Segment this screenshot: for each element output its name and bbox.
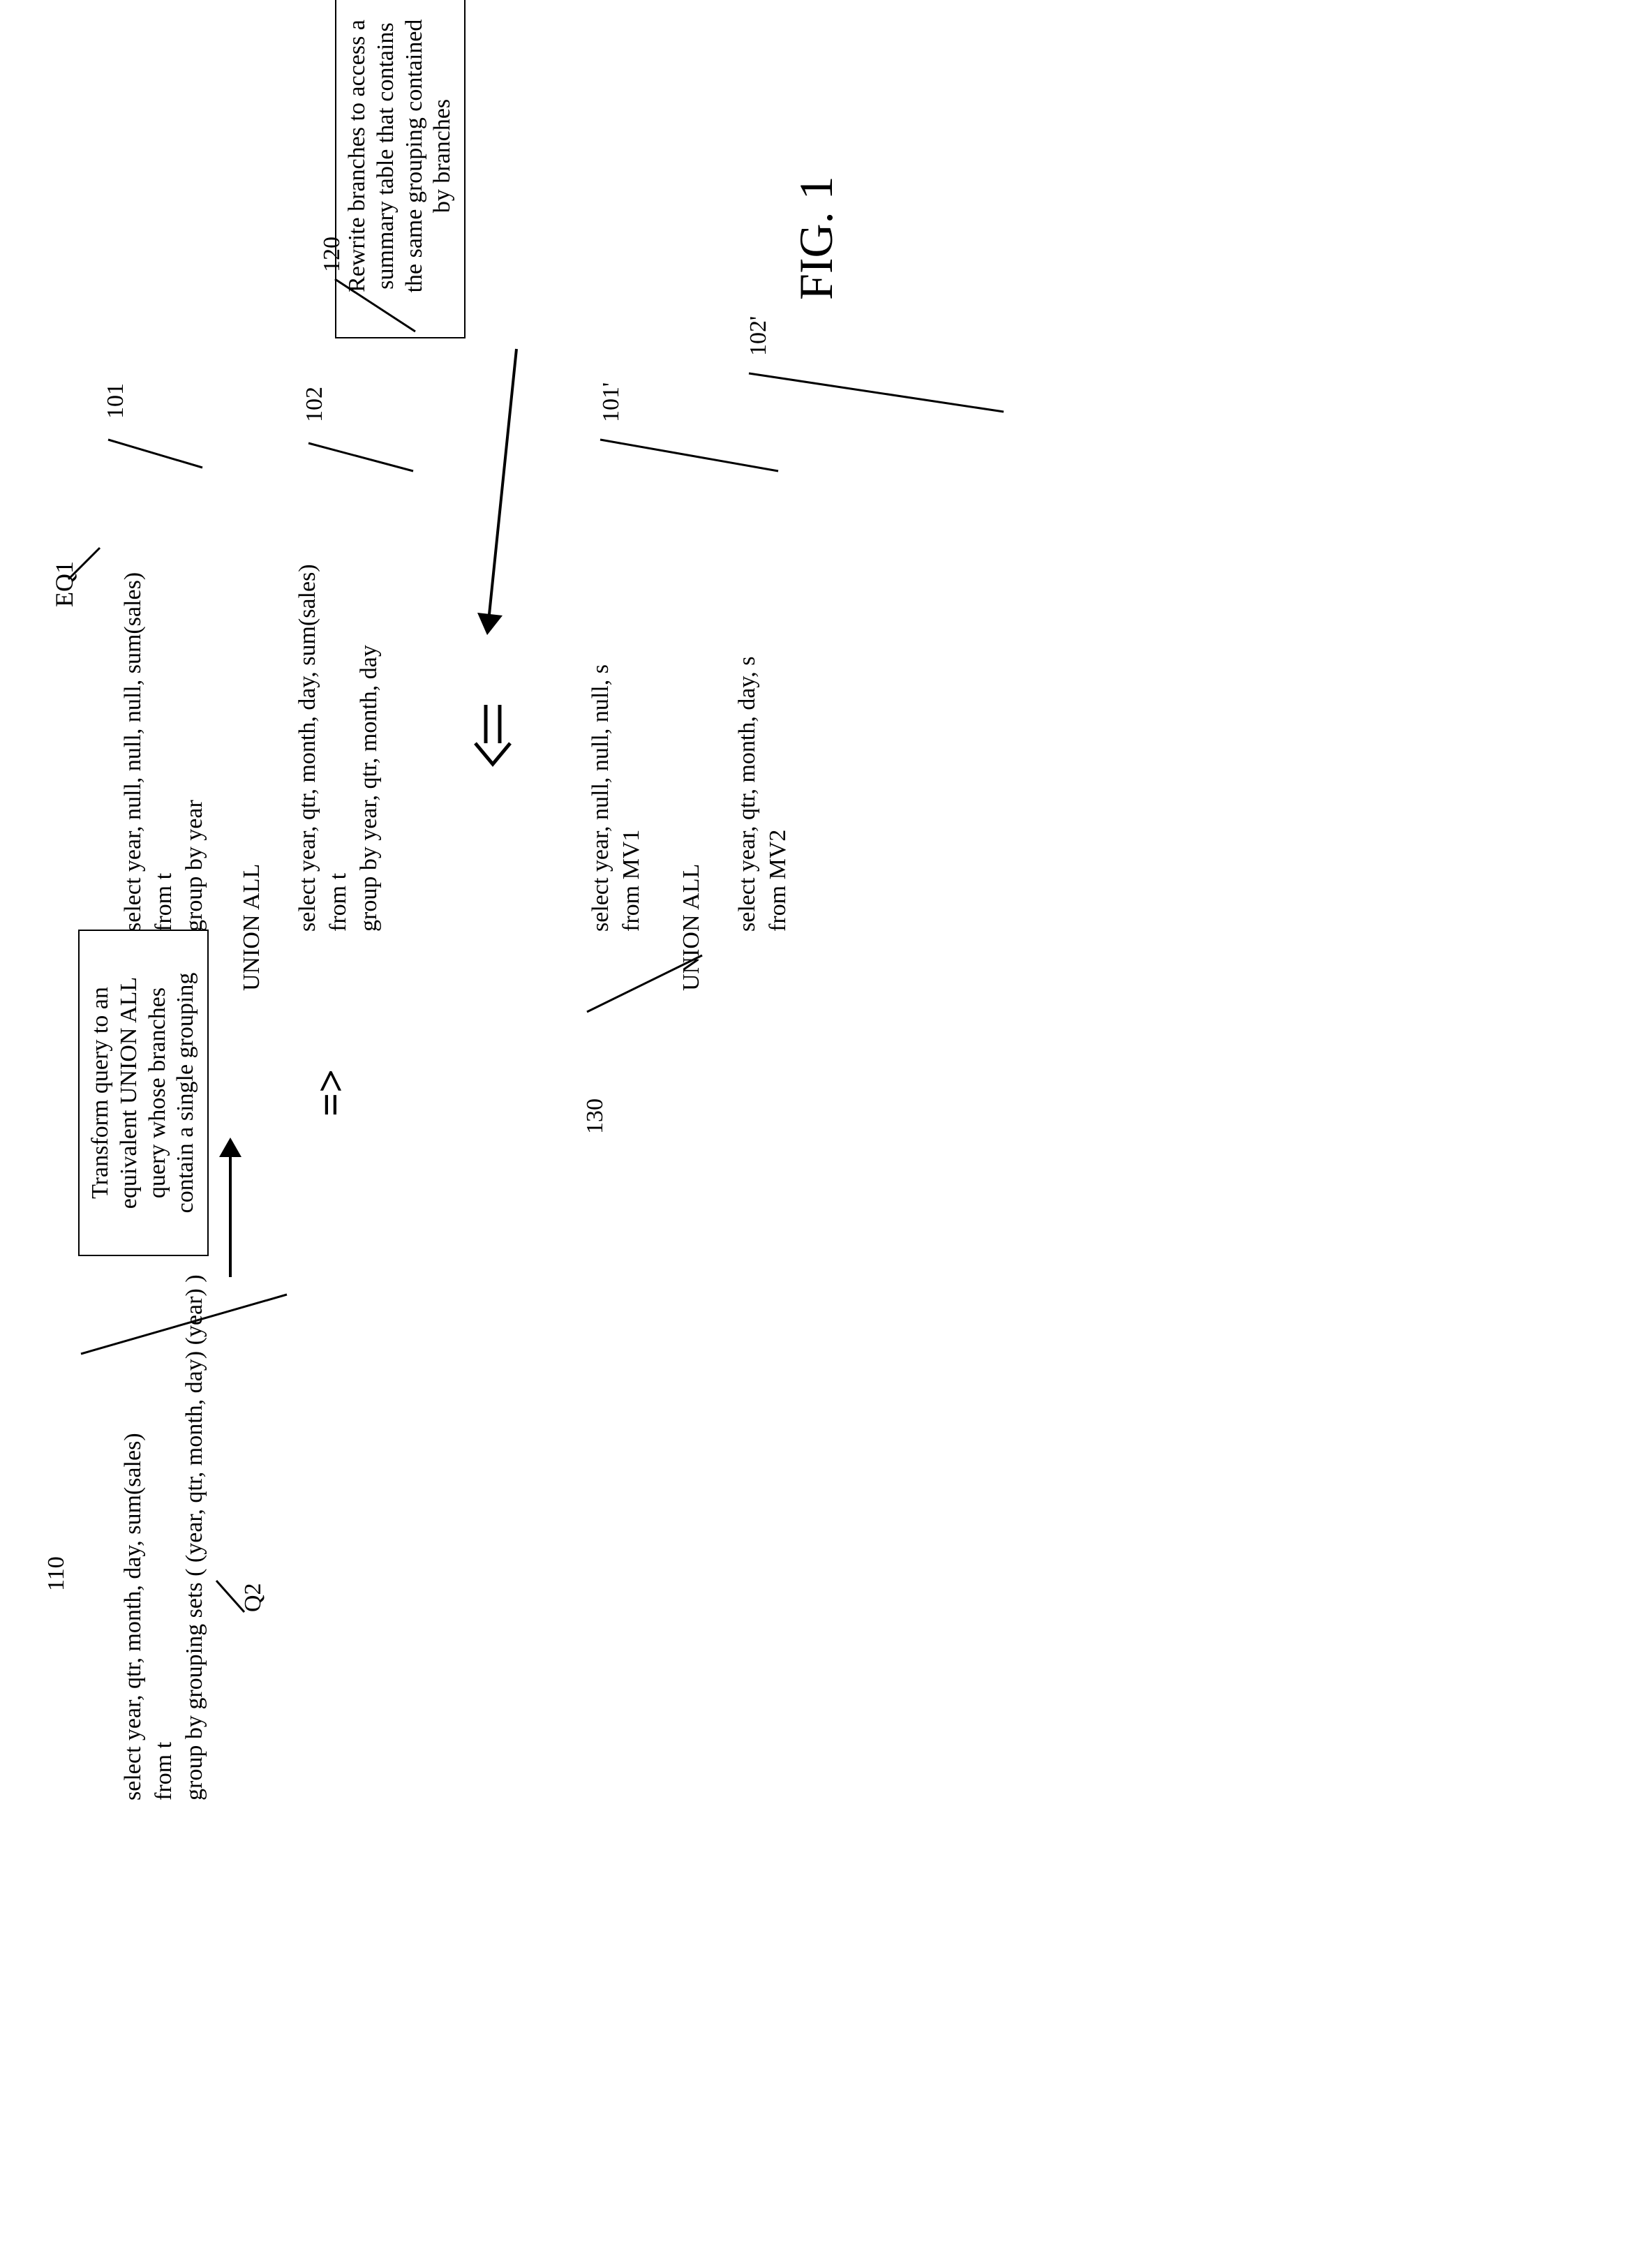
b102-l2: from t: [324, 873, 354, 932]
box-120-l1: Rewrite branches to access a: [343, 0, 372, 322]
q2-line2: from t: [149, 1742, 179, 1800]
diagram-page: select year, qtr, month, day, sum(sales)…: [0, 0, 1652, 2252]
leader-101: [108, 433, 209, 475]
figure-label: FIG. 1: [789, 176, 844, 300]
box-120-l3: the same grouping contained: [401, 0, 429, 322]
union-2: UNION ALL: [677, 864, 707, 991]
leader-102p: [745, 370, 1011, 419]
b102-l1: select year, qtr, month, day, sum(sales): [293, 564, 323, 932]
q2-leader: [209, 1577, 251, 1619]
box-110: Transform query to an equivalent UNION A…: [78, 930, 209, 1256]
eq1-leader: [68, 541, 110, 583]
box-110-l3: query whose branches: [144, 946, 172, 1239]
arrow-glyph-1: =>: [307, 1069, 355, 1117]
b102p-l1: select year, qtr, month, day, s: [733, 657, 763, 932]
box-120-l2: summary table that contains: [372, 0, 401, 322]
b102-l3: group by year, qtr, month, day: [355, 645, 385, 932]
b101-l1: select year, null, null, null, sum(sales…: [119, 572, 149, 932]
marker-102: 102: [300, 387, 330, 422]
b102p-l2: from MV2: [764, 830, 794, 932]
box-110-l2: equivalent UNION ALL: [115, 946, 144, 1239]
box-110-l1: Transform query to an: [87, 946, 115, 1239]
leader-110: [39, 1291, 304, 1368]
marker-130: 130: [581, 1098, 611, 1134]
marker-120: 120: [318, 237, 348, 272]
leader-102: [308, 436, 420, 478]
q2-line1: select year, qtr, month, day, sum(sales): [119, 1433, 149, 1800]
leader-101p: [597, 436, 785, 478]
arrow-glyph-2: [479, 705, 528, 768]
leader-120: [335, 276, 426, 338]
marker-101: 101: [101, 383, 131, 419]
marker-102p: 102': [744, 316, 774, 356]
b101p-l1: select year, null, null, null, s: [586, 664, 616, 932]
box-120-l4: by branches: [429, 0, 457, 322]
marker-110: 110: [42, 1556, 72, 1591]
marker-101p: 101': [597, 382, 627, 422]
arrow-120-down: [475, 349, 530, 642]
box-110-l4: contain a single grouping: [172, 946, 200, 1239]
b101-l3: group by year: [180, 800, 210, 932]
union-1: UNION ALL: [237, 864, 267, 991]
b101p-l2: from MV1: [617, 830, 647, 932]
b101-l2: from t: [149, 873, 179, 932]
arrow-110-to-eq1: [209, 1138, 251, 1284]
